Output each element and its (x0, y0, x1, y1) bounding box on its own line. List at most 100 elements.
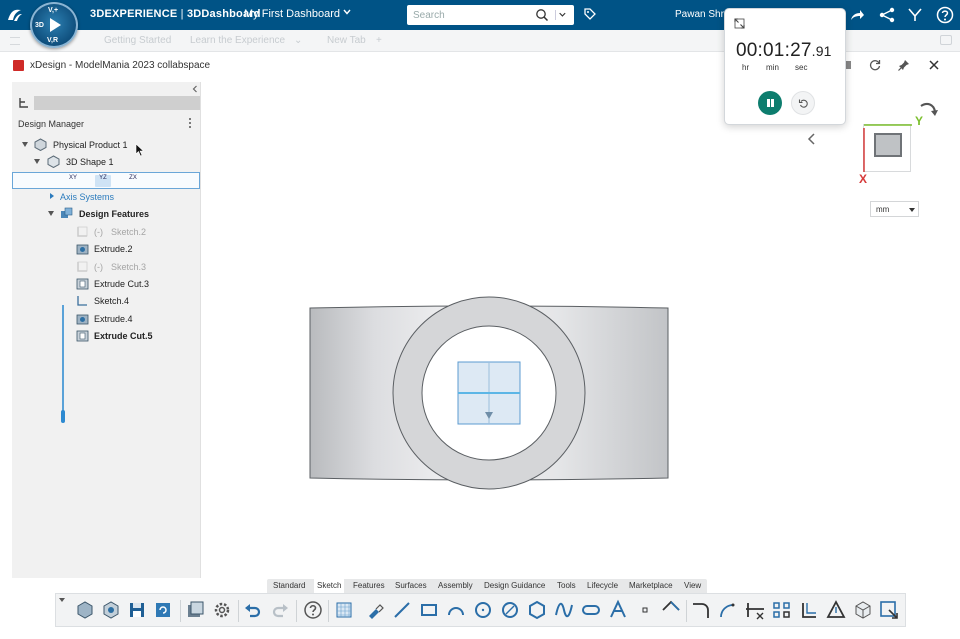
apps-tools-icon[interactable] (906, 6, 924, 24)
tab-getting-started[interactable]: Getting Started (104, 35, 171, 46)
sketch-tools-icon[interactable] (364, 599, 386, 621)
dashboard-title[interactable]: My First Dashboard (244, 8, 340, 20)
compass-widget[interactable]: V,+ 3D V,R (30, 2, 78, 48)
reset-button[interactable] (791, 91, 815, 115)
tree-node-physical-product[interactable]: Physical Product 1 (20, 137, 200, 153)
add-tab-icon[interactable]: + (376, 35, 382, 46)
search-input[interactable] (413, 8, 533, 22)
slot-icon[interactable] (580, 599, 602, 621)
close-icon[interactable] (927, 58, 941, 72)
update-icon[interactable] (152, 599, 174, 621)
tab-learn[interactable]: Learn the Experience (190, 35, 285, 46)
fillet-icon[interactable] (690, 599, 712, 621)
expand-toggle-icon[interactable] (50, 193, 54, 199)
constraint-icon[interactable] (798, 599, 820, 621)
action-bar-menu-icon[interactable] (59, 598, 65, 602)
open-icon[interactable] (100, 599, 122, 621)
hidden-indicator: (-) (94, 262, 103, 272)
expand-icon[interactable] (734, 18, 745, 29)
section-tab-sketch[interactable]: Sketch (314, 579, 345, 593)
collapse-panel-icon[interactable] (191, 85, 199, 93)
offset-icon[interactable] (660, 599, 682, 621)
user-name[interactable]: Pawan Shr (675, 9, 724, 20)
section-tab-marketplace[interactable]: Marketplace (629, 581, 673, 590)
gear-icon[interactable] (211, 599, 233, 621)
chamfer-icon[interactable] (717, 599, 739, 621)
search-box[interactable] (407, 5, 574, 25)
dassault-logo-icon[interactable] (6, 6, 24, 24)
tab-chevron-icon[interactable]: ⌄ (294, 35, 302, 46)
tree-scroll-marker[interactable] (61, 410, 65, 423)
point-icon[interactable] (634, 599, 656, 621)
line-icon[interactable] (391, 599, 413, 621)
features-icon (61, 207, 73, 218)
extrude-icon (76, 244, 89, 255)
search-icon[interactable] (535, 8, 549, 22)
tree-node-sketch-4[interactable]: Sketch.4 (74, 293, 198, 309)
save-icon[interactable] (126, 599, 148, 621)
spline-icon[interactable] (553, 599, 575, 621)
chat-icon[interactable] (940, 35, 952, 45)
pin-icon[interactable] (897, 58, 911, 72)
chevron-left-icon[interactable] (805, 132, 819, 146)
expand-toggle-icon[interactable] (48, 211, 54, 216)
import-icon[interactable] (184, 599, 206, 621)
arc-icon[interactable] (445, 599, 467, 621)
exit-sketch-icon[interactable] (878, 599, 900, 621)
expand-toggle-icon[interactable] (34, 159, 40, 164)
3d-viewport[interactable] (202, 82, 960, 578)
circle-icon[interactable] (472, 599, 494, 621)
section-tab-view[interactable]: View (684, 581, 701, 590)
tree-node-extrude-cut-3[interactable]: Extrude Cut.3 (74, 276, 198, 292)
expand-toggle-icon[interactable] (22, 142, 28, 147)
search-scope-chevron-icon[interactable] (555, 10, 567, 20)
panel-tab-strip[interactable] (34, 96, 200, 110)
section-tab-assembly[interactable]: Assembly (438, 581, 473, 590)
tree-view-icon[interactable] (18, 97, 29, 109)
more-options-icon[interactable] (187, 117, 193, 129)
section-tab-standard[interactable]: Standard (273, 581, 305, 590)
tree-node-sketch-3[interactable]: (-) Sketch.3 (74, 259, 198, 275)
tree-node-axis-systems[interactable]: Axis Systems (48, 189, 198, 205)
tree-node-extrude-cut-5[interactable]: Extrude Cut.5 (74, 328, 198, 344)
plane-xy-icon[interactable]: XY (65, 175, 81, 187)
section-tab-surfaces[interactable]: Surfaces (395, 581, 427, 590)
sketch-grid-icon[interactable] (333, 599, 355, 621)
tree-node-design-features[interactable]: Design Features (48, 206, 198, 222)
rectangle-icon[interactable] (418, 599, 440, 621)
share-icon[interactable] (848, 6, 866, 24)
plane-yz-icon[interactable]: YZ (95, 175, 111, 187)
3d-view-icon[interactable] (852, 599, 874, 621)
ellipse-icon[interactable] (499, 599, 521, 621)
help-icon[interactable] (302, 599, 324, 621)
tree-node-sketch-2[interactable]: (-) Sketch.2 (74, 224, 198, 240)
tab-new[interactable]: New Tab (327, 35, 366, 46)
undo-icon[interactable] (242, 599, 264, 621)
tree-node-extrude-4[interactable]: Extrude.4 (74, 311, 198, 327)
tree-label: Axis Systems (60, 192, 115, 202)
tree-node-3d-shape[interactable]: 3D Shape 1 (32, 154, 200, 170)
tag-icon[interactable] (583, 7, 597, 21)
section-tab-features[interactable]: Features (353, 581, 385, 590)
chevron-down-icon[interactable] (343, 8, 351, 16)
section-tab-design-guidance[interactable]: Design Guidance (484, 581, 545, 590)
plane-zx-icon[interactable]: ZX (125, 175, 141, 187)
pause-button[interactable] (758, 91, 782, 115)
platform-brand: 3DEXPERIENCE | 3DDashboard (90, 8, 261, 20)
menu-icon[interactable] (10, 37, 20, 45)
section-tab-tools[interactable]: Tools (557, 581, 576, 590)
trim-icon[interactable] (744, 599, 766, 621)
help-icon[interactable] (936, 6, 954, 24)
mirror-icon[interactable] (771, 599, 793, 621)
model-canvas[interactable] (202, 82, 960, 578)
polygon-icon[interactable] (526, 599, 548, 621)
refresh-icon[interactable] (868, 58, 882, 72)
unit-select[interactable]: mm (870, 201, 919, 217)
new-part-icon[interactable] (74, 599, 96, 621)
text-icon[interactable] (607, 599, 629, 621)
network-icon[interactable] (878, 6, 896, 24)
tree-node-extrude-2[interactable]: Extrude.2 (74, 241, 198, 257)
redo-icon[interactable] (269, 599, 291, 621)
section-tab-lifecycle[interactable]: Lifecycle (587, 581, 618, 590)
dimension-icon[interactable] (825, 599, 847, 621)
